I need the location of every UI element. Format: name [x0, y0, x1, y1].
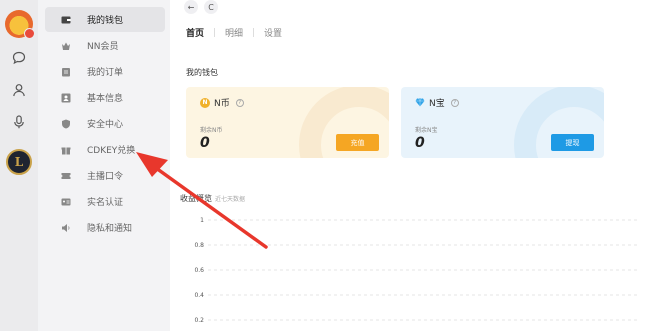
- ntreasure-card: N宝 ? 剩余N宝 0 提现: [401, 87, 604, 158]
- diamond-icon: [415, 98, 425, 107]
- tab-settings[interactable]: 设置: [264, 26, 282, 39]
- y-tick-label: 0.8: [194, 242, 204, 249]
- tab-divider: [214, 28, 216, 37]
- earnings-overview-title: 收益概览 近七天数据: [180, 193, 245, 204]
- chat-icon[interactable]: [9, 48, 29, 68]
- y-tick-label: 0.2: [194, 317, 204, 324]
- wallet-section-title: 我的钱包: [186, 68, 218, 77]
- ncoin-card: N N币 ? 剩余N币 0 充值: [186, 87, 389, 158]
- menu-item-privacy[interactable]: 隐私和通知: [45, 215, 165, 240]
- menu-item-basic-info[interactable]: 基本信息: [45, 85, 165, 110]
- ntreasure-balance-label: 剩余N宝: [415, 127, 438, 134]
- back-button[interactable]: ←: [184, 0, 198, 14]
- help-icon[interactable]: ?: [235, 98, 244, 107]
- order-icon: [61, 67, 71, 77]
- member-icon: [61, 41, 71, 51]
- tab-details[interactable]: 明细: [225, 26, 243, 39]
- ticket-icon: [61, 171, 71, 181]
- menu-item-wallet[interactable]: 我的钱包: [45, 7, 165, 32]
- app-rail: L: [0, 0, 38, 331]
- earnings-chart: 1 0.8 0.6 0.4 0.2: [194, 217, 640, 324]
- ncoin-balance: 0: [200, 135, 210, 151]
- settings-menu: 我的钱包 NN会员 我的订单 基本信息 安全中心 CDKEY兑换 主播口令 实名…: [40, 0, 170, 331]
- help-icon[interactable]: ?: [450, 98, 459, 107]
- withdraw-button[interactable]: 提现: [551, 134, 594, 151]
- menu-item-cdkey[interactable]: CDKEY兑换: [45, 137, 165, 162]
- microphone-icon[interactable]: [9, 112, 29, 132]
- menu-item-label: 隐私和通知: [87, 224, 133, 234]
- speaker-icon: [61, 223, 71, 233]
- chart-title-sub: 近七天数据: [215, 196, 246, 203]
- menu-item-label: 主播口令: [87, 172, 124, 182]
- menu-item-member[interactable]: NN会员: [45, 33, 165, 58]
- ntreasure-name: N宝: [429, 99, 445, 109]
- recharge-button[interactable]: 充值: [336, 134, 379, 151]
- menu-item-label: CDKEY兑换: [87, 146, 136, 156]
- game-logo-icon[interactable]: L: [6, 149, 32, 175]
- chart-title-main: 收益概览: [180, 194, 212, 203]
- ncoin-icon: N: [200, 97, 210, 108]
- notification-badge: [24, 28, 35, 39]
- tab-bar: 首页 明细 设置: [186, 26, 282, 39]
- ncoin-balance-label: 剩余N币: [200, 127, 223, 134]
- ntreasure-balance: 0: [415, 135, 425, 151]
- tab-home[interactable]: 首页: [186, 26, 204, 39]
- menu-item-label: 我的钱包: [87, 16, 124, 26]
- menu-item-orders[interactable]: 我的订单: [45, 59, 165, 84]
- id-card-icon: [61, 197, 71, 207]
- menu-item-label: 我的订单: [87, 68, 124, 78]
- y-tick-label: 1: [200, 217, 204, 224]
- tab-divider: [253, 28, 255, 37]
- ncoin-name: N币: [214, 99, 230, 109]
- menu-item-label: 基本信息: [87, 94, 124, 104]
- menu-item-label: 安全中心: [87, 120, 124, 130]
- profile-card-icon: [61, 93, 71, 103]
- menu-item-real-name[interactable]: 实名认证: [45, 189, 165, 214]
- wallet-icon: [61, 15, 71, 25]
- y-tick-label: 0.4: [194, 292, 204, 299]
- avatar[interactable]: [5, 10, 35, 39]
- gift-icon: [61, 145, 71, 155]
- y-tick-label: 0.6: [194, 267, 204, 274]
- shield-icon: [61, 119, 71, 129]
- menu-item-streamer-code[interactable]: 主播口令: [45, 163, 165, 188]
- main-panel: ← C 首页 明细 设置 我的钱包 N N币 ? 剩余N币 0 充值 N宝 ? …: [170, 0, 659, 331]
- refresh-button[interactable]: C: [204, 0, 218, 14]
- menu-item-label: 实名认证: [87, 198, 124, 208]
- menu-item-security[interactable]: 安全中心: [45, 111, 165, 136]
- menu-item-label: NN会员: [87, 42, 119, 52]
- user-icon[interactable]: [9, 80, 29, 100]
